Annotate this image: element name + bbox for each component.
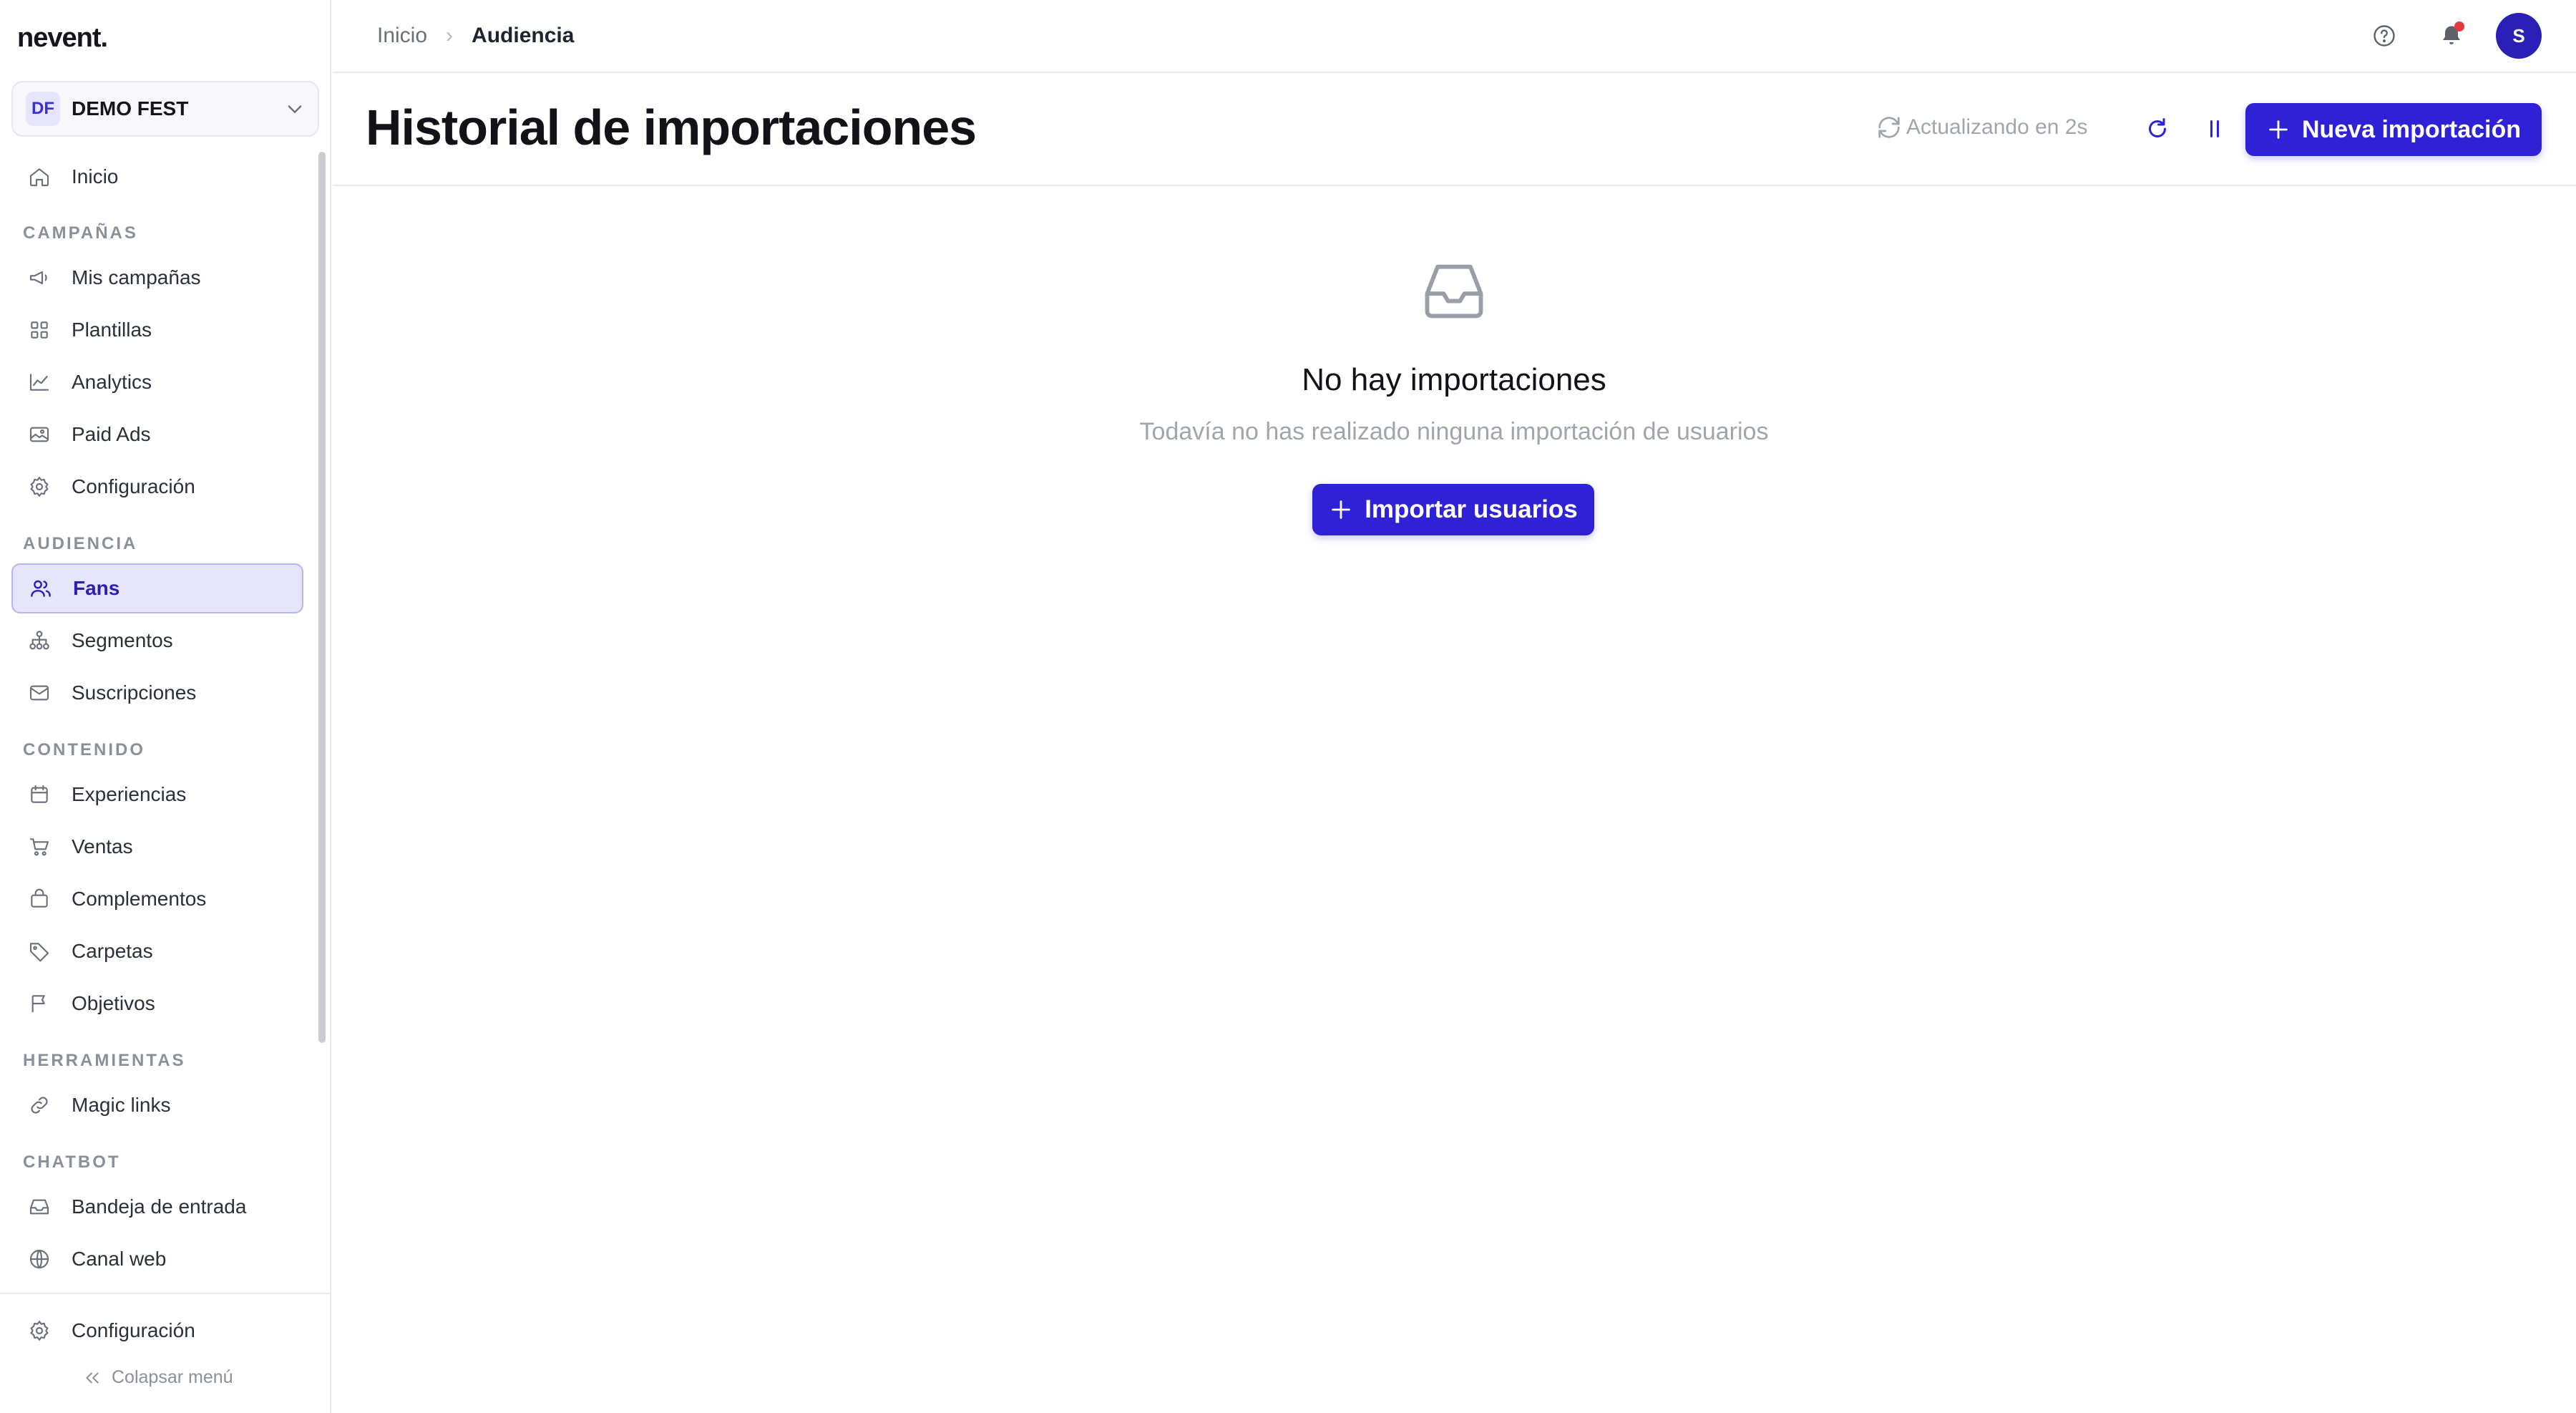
gear-icon (27, 475, 52, 499)
gear-icon (27, 1319, 52, 1343)
sidebar-item-label: Segmentos (72, 629, 173, 651)
pause-button[interactable] (2195, 109, 2235, 149)
sidebar-item-label: Complementos (72, 888, 207, 910)
hierarchy-icon (27, 628, 52, 653)
section-label-contenido: CONTENIDO (23, 740, 145, 759)
app-logo[interactable]: nevent. (17, 23, 108, 54)
sidebar-item-inicio[interactable]: Inicio (11, 152, 303, 202)
sidebar-item-ventas[interactable]: Ventas (11, 822, 303, 872)
topbar-actions: S (2340, 13, 2542, 59)
collapse-menu-label: Colapsar menú (112, 1367, 233, 1387)
sidebar-item-carpetas[interactable]: Carpetas (11, 926, 303, 976)
workspace-selector[interactable]: DF DEMO FEST (11, 81, 319, 137)
globe-icon (27, 1247, 52, 1271)
sidebar-item-label: Plantillas (72, 319, 152, 341)
new-import-label: Nueva importación (2301, 115, 2522, 143)
chevron-down-icon (288, 105, 302, 114)
sidebar-item-label: Experiencias (72, 783, 187, 805)
calendar-icon (27, 782, 52, 807)
refresh-button[interactable] (2137, 109, 2177, 149)
breadcrumb-home[interactable]: Inicio (377, 24, 427, 48)
megaphone-icon (27, 266, 52, 290)
tag-icon (27, 939, 52, 963)
sidebar-item-experiencias[interactable]: Experiencias (11, 769, 303, 820)
shopping-bag-icon (27, 887, 52, 911)
sidebar-item-label: Objetivos (72, 992, 155, 1014)
empty-state-title: No hay importaciones (1302, 362, 1606, 397)
cart-icon (27, 835, 52, 859)
sidebar-item-configuracion-campanas[interactable]: Configuración (11, 462, 303, 512)
notifications-button[interactable] (2429, 13, 2474, 59)
sidebar-item-label: Configuración (72, 1319, 195, 1341)
sidebar-item-label: Inicio (72, 165, 119, 188)
topbar: Inicio › Audiencia S (333, 0, 2576, 73)
help-icon (2373, 25, 2395, 47)
sidebar: nevent. DF DEMO FEST Inicio CAMPAÑAS Mis… (0, 0, 331, 1413)
section-label-audiencia: AUDIENCIA (23, 534, 138, 553)
mail-icon (27, 681, 52, 705)
sidebar-item-canal-web[interactable]: Canal web (11, 1234, 303, 1284)
refresh-icon (2149, 118, 2166, 137)
sidebar-item-label: Bandeja de entrada (72, 1195, 247, 1218)
users-icon (29, 576, 53, 601)
section-label-campanas: CAMPAÑAS (23, 223, 138, 243)
pause-icon (2210, 120, 2219, 137)
page-header: Historial de importaciones Actualizando … (333, 73, 2576, 186)
sidebar-item-plantillas[interactable]: Plantillas (11, 305, 303, 355)
sidebar-item-objetivos[interactable]: Objetivos (11, 979, 303, 1029)
auto-refresh-label: Actualizando en 2s (1906, 115, 2088, 139)
plus-icon (1332, 500, 1350, 519)
chevrons-left-icon (86, 1372, 99, 1383)
notification-dot (2454, 21, 2464, 31)
collapse-menu-button[interactable]: Colapsar menú (83, 1367, 233, 1388)
breadcrumb-separator-icon: › (446, 24, 454, 47)
sidebar-item-label: Magic links (72, 1094, 171, 1116)
sidebar-item-label: Carpetas (72, 940, 153, 962)
sidebar-item-configuracion[interactable]: Configuración (11, 1306, 303, 1356)
breadcrumb: Inicio › Audiencia (377, 24, 574, 48)
sidebar-item-mis-campanas[interactable]: Mis campañas (11, 253, 303, 303)
sidebar-item-label: Fans (73, 577, 120, 599)
sidebar-item-label: Suscripciones (72, 681, 197, 704)
sidebar-item-segmentos[interactable]: Segmentos (11, 616, 303, 666)
sidebar-item-label: Canal web (72, 1248, 167, 1270)
sidebar-item-fans[interactable]: Fans (11, 563, 303, 613)
import-users-label: Importar usuarios (1365, 495, 1578, 523)
empty-state-subtitle: Todavía no has realizado ninguna importa… (1139, 418, 1769, 445)
inbox-icon (27, 1195, 52, 1219)
page-title: Historial de importaciones (366, 99, 977, 155)
new-import-button[interactable]: Nueva importación (2245, 103, 2542, 156)
home-icon (27, 165, 52, 189)
link-icon (27, 1093, 52, 1117)
workspace-name: DEMO FEST (72, 97, 189, 120)
sidebar-item-bandeja-de-entrada[interactable]: Bandeja de entrada (11, 1182, 303, 1232)
sidebar-item-label: Ventas (72, 835, 133, 858)
section-label-herramientas: HERRAMIENTAS (23, 1051, 186, 1070)
help-button[interactable] (2361, 13, 2407, 59)
sidebar-item-suscripciones[interactable]: Suscripciones (11, 668, 303, 718)
user-avatar[interactable]: S (2496, 13, 2542, 59)
section-label-chatbot: CHATBOT (23, 1152, 121, 1172)
grid-icon (27, 318, 52, 342)
plus-icon (2269, 120, 2288, 139)
breadcrumb-current: Audiencia (472, 24, 575, 47)
sidebar-item-label: Mis campañas (72, 266, 201, 288)
auto-refresh-status: Actualizando en 2s (1875, 113, 2088, 142)
sync-icon (1878, 117, 1900, 138)
import-users-button[interactable]: Importar usuarios (1312, 484, 1594, 535)
workspace-badge: DF (26, 92, 60, 126)
flag-icon (27, 991, 52, 1016)
sidebar-item-magic-links[interactable]: Magic links (11, 1080, 303, 1130)
sidebar-item-label: Configuración (72, 475, 195, 497)
sidebar-item-complementos[interactable]: Complementos (11, 874, 303, 924)
sidebar-scrollbar[interactable] (318, 152, 326, 1043)
inbox-icon (1425, 264, 1483, 319)
